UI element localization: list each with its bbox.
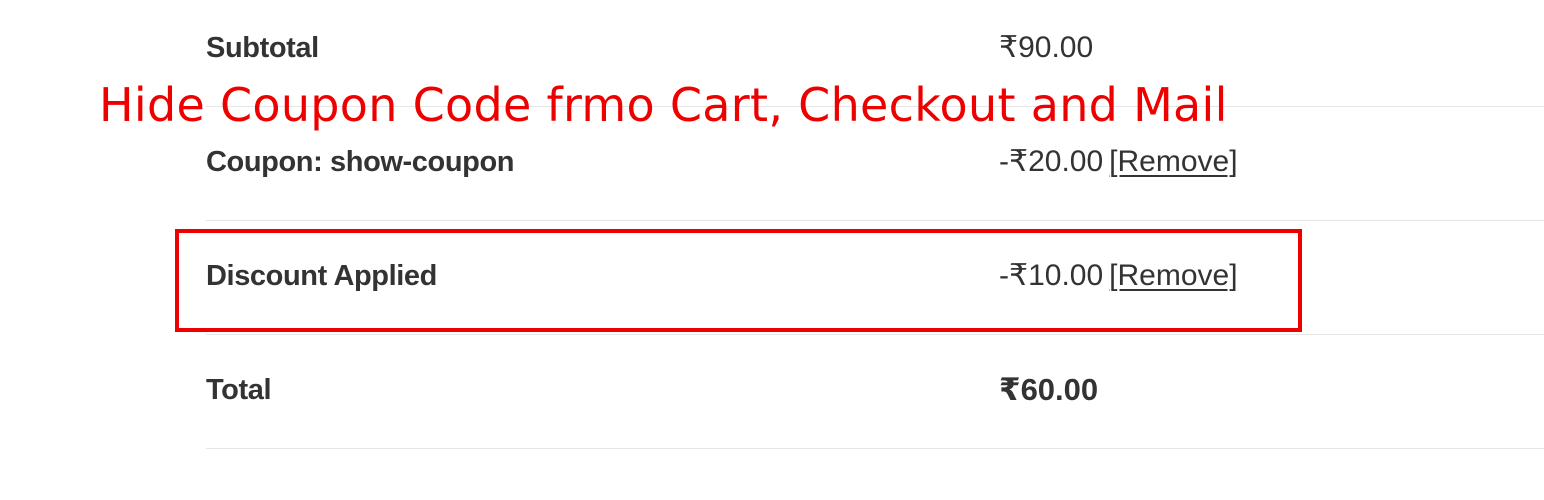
discount-label: Discount Applied: [206, 260, 437, 292]
total-value: ₹60.00: [999, 372, 1099, 407]
cart-totals-table: Subtotal ₹90.00 Coupon: show-coupon -₹20…: [206, 0, 1544, 500]
subtotal-label: Subtotal: [206, 32, 319, 64]
discount-remove-link[interactable]: [Remove]: [1109, 259, 1237, 292]
total-label: Total: [206, 374, 272, 406]
discount-amount: -₹10.00: [999, 259, 1104, 292]
coupon-remove-link[interactable]: [Remove]: [1109, 145, 1237, 178]
discount-value-cell: -₹10.00 [Remove]: [999, 258, 1238, 293]
coupon-label: Coupon: show-coupon: [206, 146, 515, 178]
annotation-title: Hide Coupon Code frmo Cart, Checkout and…: [99, 78, 1228, 132]
discount-row: Discount Applied -₹10.00 [Remove]: [206, 220, 1544, 335]
coupon-value-cell: -₹20.00 [Remove]: [999, 144, 1238, 179]
coupon-amount: -₹20.00: [999, 145, 1104, 178]
total-row: Total ₹60.00: [206, 334, 1544, 449]
subtotal-value: ₹90.00: [999, 31, 1094, 64]
